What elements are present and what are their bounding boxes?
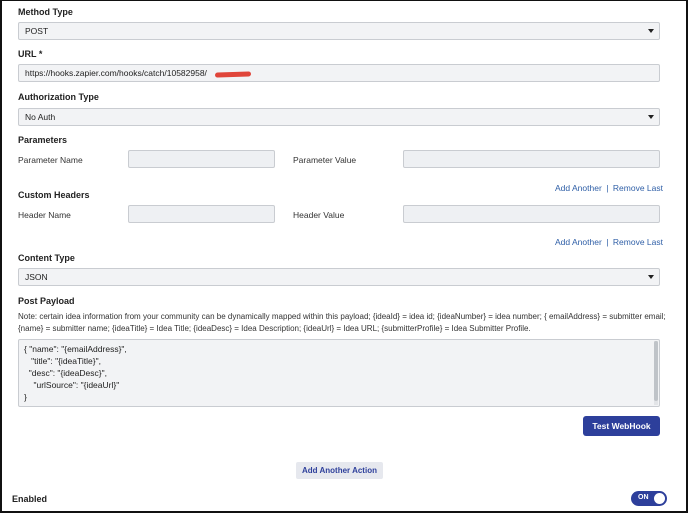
parameter-value-input[interactable] (403, 150, 660, 168)
url-input[interactable]: https://hooks.zapier.com/hooks/catch/105… (18, 64, 660, 82)
post-payload-label: Post Payload (18, 296, 75, 306)
header-value-label: Header Value (293, 210, 345, 220)
add-another-action-button[interactable]: Add Another Action (296, 462, 383, 479)
enabled-toggle[interactable]: ON (631, 491, 667, 506)
parameter-name-input[interactable] (128, 150, 275, 168)
payload-line: "desc": "{ideaDesc}", (24, 368, 107, 378)
content-type-label: Content Type (18, 253, 75, 263)
chevron-down-icon (648, 29, 654, 33)
parameter-name-label: Parameter Name (18, 155, 83, 165)
url-label: URL * (18, 49, 43, 59)
parameters-remove-last-link[interactable]: Remove Last (613, 183, 663, 193)
payload-line: "urlSource": "{ideaUrl}" (24, 380, 120, 390)
method-type-select[interactable]: POST (18, 22, 660, 40)
webhook-form: Method Type POST URL * https://hooks.zap… (0, 0, 688, 513)
header-name-input[interactable] (128, 205, 275, 223)
parameters-actions: Add Another | Remove Last (555, 178, 663, 196)
content-type-select[interactable]: JSON (18, 268, 660, 286)
method-type-value: POST (25, 26, 49, 36)
payload-scrollbar[interactable] (654, 341, 658, 405)
parameter-value-label: Parameter Value (293, 155, 357, 165)
headers-add-another-link[interactable]: Add Another (555, 237, 602, 247)
header-value-input[interactable] (403, 205, 660, 223)
payload-scrollbar-thumb[interactable] (654, 341, 658, 401)
toggle-state-text: ON (638, 494, 649, 501)
method-type-label: Method Type (18, 7, 73, 17)
link-separator: | (606, 237, 609, 247)
payload-textarea[interactable]: { "name": "{emailAddress}", "title": "{i… (18, 339, 660, 407)
chevron-down-icon (648, 115, 654, 119)
chevron-down-icon (648, 275, 654, 279)
url-value: https://hooks.zapier.com/hooks/catch/105… (25, 68, 207, 78)
authorization-type-label: Authorization Type (18, 92, 99, 102)
custom-headers-label: Custom Headers (18, 190, 90, 200)
link-separator: | (606, 183, 609, 193)
enabled-label: Enabled (12, 494, 48, 504)
toggle-knob (654, 493, 665, 504)
payload-line: { "name": "{emailAddress}", (24, 344, 127, 354)
parameters-add-another-link[interactable]: Add Another (555, 183, 602, 193)
test-webhook-button[interactable]: Test WebHook (583, 416, 660, 436)
payload-note: Note: certain idea information from your… (18, 312, 666, 333)
payload-line: } (24, 392, 27, 402)
payload-line: "title": "{ideaTitle}", (24, 356, 101, 366)
header-name-label: Header Name (18, 210, 71, 220)
content-type-value: JSON (25, 272, 48, 282)
authorization-type-select[interactable]: No Auth (18, 108, 660, 126)
authorization-type-value: No Auth (25, 112, 56, 122)
headers-actions: Add Another | Remove Last (555, 232, 663, 250)
parameters-label: Parameters (18, 135, 68, 145)
headers-remove-last-link[interactable]: Remove Last (613, 237, 663, 247)
